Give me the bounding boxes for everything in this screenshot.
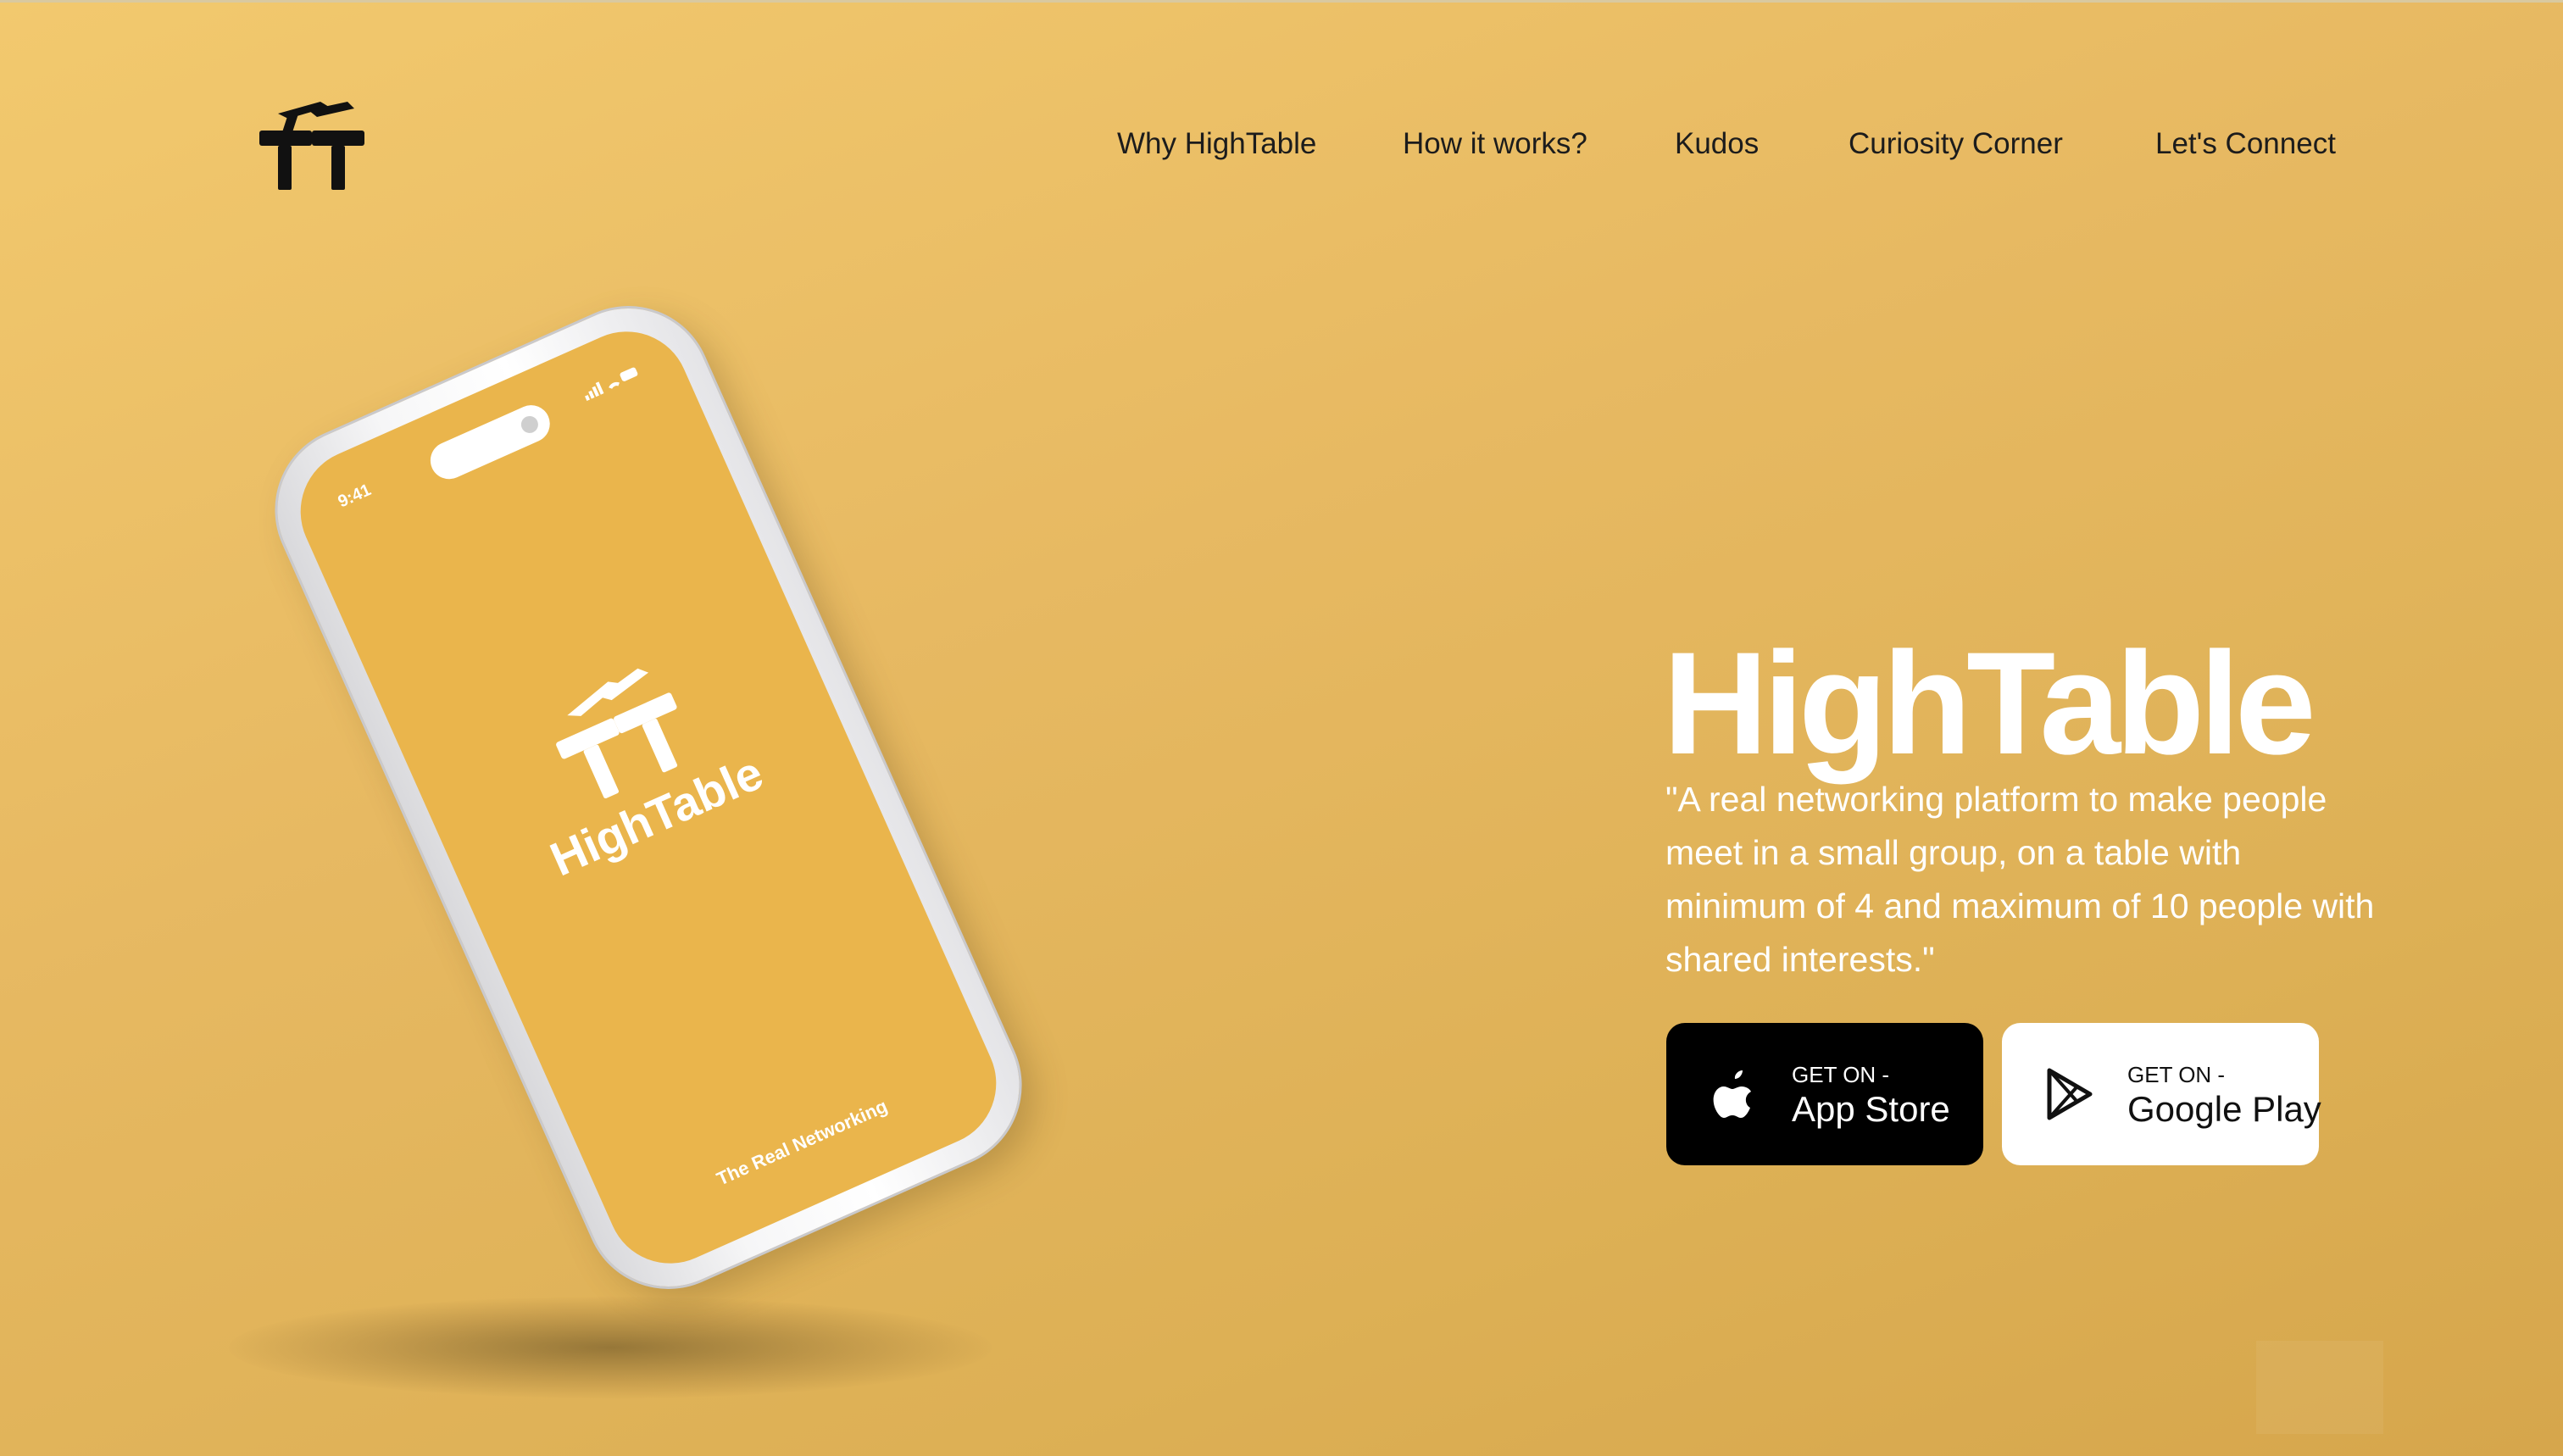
- top-border: [0, 0, 2563, 3]
- phone-mockup: 9:41 HighTable The Real Networking: [251, 282, 1046, 1313]
- google-play-label: Google Play: [2127, 1089, 2321, 1129]
- app-store-button[interactable]: GET ON - App Store: [1666, 1023, 1983, 1165]
- status-bar-icons: [584, 367, 638, 402]
- apple-icon: [1713, 1070, 1751, 1118]
- nav-kudos[interactable]: Kudos: [1675, 119, 1759, 169]
- camera-icon: [518, 413, 542, 436]
- phone-screen-tagline: The Real Networking: [713, 1095, 891, 1190]
- app-store-label: App Store: [1792, 1089, 1950, 1129]
- google-play-button[interactable]: GET ON - Google Play: [2002, 1023, 2321, 1165]
- corner-overlay: [2256, 1341, 2383, 1434]
- phone-screen: 9:41 HighTable The Real Networking: [280, 311, 1017, 1284]
- phone-shadow: [229, 1297, 992, 1398]
- main-nav: Why HighTable How it works? Kudos Curios…: [0, 119, 2563, 169]
- nav-lets-connect[interactable]: Let's Connect: [2155, 119, 2336, 169]
- app-store-small-label: GET ON -: [1792, 1062, 1890, 1087]
- hero-description: "A real networking platform to make peop…: [1665, 780, 2375, 979]
- phone-time: 9:41: [335, 481, 375, 512]
- dynamic-island: [424, 399, 556, 486]
- nav-curiosity-corner[interactable]: Curiosity Corner: [1849, 119, 2063, 169]
- hero-title: HighTable: [1663, 622, 2316, 785]
- nav-why-hightable[interactable]: Why HighTable: [1117, 119, 1316, 169]
- nav-how-it-works[interactable]: How it works?: [1403, 119, 1587, 169]
- google-play-icon: [2047, 1068, 2093, 1120]
- google-play-small-label: GET ON -: [2127, 1062, 2226, 1087]
